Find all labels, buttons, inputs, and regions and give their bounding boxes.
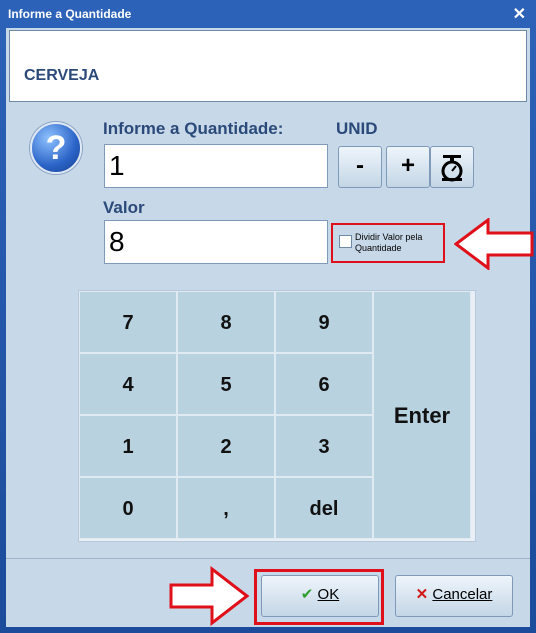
cancel-label: Cancelar [432, 586, 493, 603]
keypad-key-6[interactable]: 6 [275, 353, 373, 415]
title-bar: Informe a Quantidade ✕ [0, 0, 536, 28]
divide-value-checkbox[interactable] [339, 235, 352, 248]
keypad-key-5[interactable]: 5 [177, 353, 275, 415]
product-name: CERVEJA [24, 67, 100, 84]
keypad-key-comma[interactable]: , [177, 477, 275, 539]
keypad-key-1[interactable]: 1 [79, 415, 177, 477]
keypad-key-3[interactable]: 3 [275, 415, 373, 477]
right-arrow-annotation-icon [169, 566, 250, 626]
keypad-key-9[interactable]: 9 [275, 291, 373, 353]
unit-label: UNID [336, 119, 378, 138]
keypad-key-8[interactable]: 8 [177, 291, 275, 353]
valor-input[interactable]: 8 [104, 220, 328, 264]
quantity-label: Informe a Quantidade: [103, 119, 284, 138]
footer-divider [6, 558, 530, 559]
product-panel: CERVEJA [9, 30, 527, 102]
keypad-key-2[interactable]: 2 [177, 415, 275, 477]
scale-button[interactable] [430, 146, 474, 188]
dialog-body: CERVEJA ? Informe a Quantidade: UNID 1 -… [6, 28, 534, 627]
keypad-key-del[interactable]: del [275, 477, 373, 539]
divide-value-checkbox-area[interactable]: Dividir Valor pela Quantidade [331, 223, 445, 263]
keypad-key-0[interactable]: 0 [79, 477, 177, 539]
left-arrow-annotation-icon [454, 218, 534, 270]
divide-value-label: Dividir Valor pela Quantidade [355, 232, 423, 253]
increment-button[interactable]: + [386, 146, 430, 188]
scale-icon [441, 155, 463, 182]
quantity-input[interactable]: 1 [104, 144, 328, 188]
enter-key[interactable]: Enter [373, 291, 471, 539]
x-icon: ✕ [415, 586, 429, 603]
window-title: Informe a Quantidade [8, 7, 132, 21]
close-icon[interactable]: ✕ [513, 4, 526, 24]
numeric-keypad: 7 8 9 4 5 6 1 2 3 0, del Enter [78, 290, 476, 542]
decrement-button[interactable]: - [338, 146, 382, 188]
keypad-key-7[interactable]: 7 [79, 291, 177, 353]
ok-label: OK [317, 586, 340, 603]
dialog-window: Informe a Quantidade ✕ CERVEJA ? Informe… [0, 0, 536, 633]
valor-label: Valor [103, 198, 145, 217]
check-icon: ✔ [300, 586, 314, 603]
ok-button[interactable]: ✔ OK [261, 575, 379, 617]
keypad-key-4[interactable]: 4 [79, 353, 177, 415]
question-icon: ? [30, 122, 82, 174]
cancel-button[interactable]: ✕ Cancelar [395, 575, 513, 617]
